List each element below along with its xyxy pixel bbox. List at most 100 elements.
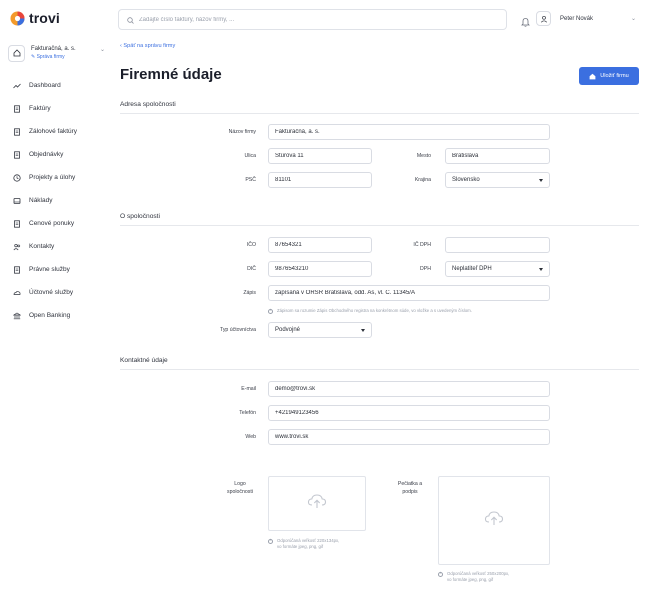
- stamp-hint-line-2: vo formáte jpeg, png, gif: [447, 577, 494, 583]
- search-input[interactable]: [139, 16, 499, 23]
- logo-text: trovi: [29, 10, 60, 26]
- home-icon: [589, 73, 596, 80]
- trovi-logo-icon: [10, 11, 25, 26]
- accounting-select[interactable]: Podvojné: [268, 322, 372, 338]
- caret-down-icon: [361, 328, 365, 332]
- sidebar-item-label: Náklady: [29, 197, 53, 204]
- app-logo[interactable]: trovi: [10, 10, 60, 26]
- search-icon: [127, 11, 134, 29]
- document-icon: [13, 127, 21, 136]
- sidebar-item-label: Cenové ponuky: [29, 220, 75, 227]
- sidebar-item-label: Právne služby: [29, 266, 70, 273]
- logo-label-line-1: Logo: [234, 481, 246, 487]
- caret-down-icon: [539, 178, 543, 182]
- sidebar-item-label: Zálohové faktúry: [29, 128, 78, 135]
- stamp-hint: i Odporúčaná veľkosť 250x200px, vo formá…: [438, 571, 553, 584]
- web-field[interactable]: [268, 429, 550, 445]
- country-value: Slovensko: [452, 177, 480, 183]
- city-field[interactable]: [445, 148, 550, 164]
- web-label: Web: [245, 434, 256, 440]
- logo-label-line-2: spoločnosti: [227, 488, 253, 495]
- sidebar-nav: Dashboard Faktúry Zálohové faktúry Objed…: [0, 74, 108, 327]
- sidebar-item-advance-invoices[interactable]: Zálohové faktúry: [0, 120, 108, 143]
- chevron-down-icon[interactable]: ⌄: [631, 15, 636, 22]
- email-field[interactable]: [268, 381, 550, 397]
- dph-select[interactable]: Neplatiteľ DPH: [445, 261, 550, 277]
- ico-label: IČO: [246, 242, 256, 248]
- back-link[interactable]: ‹ Späť na správu firmy: [120, 43, 175, 49]
- info-icon: i: [438, 571, 443, 577]
- sidebar: trovi Fakturačná, a. s. ✎ Správa firmy ⌄…: [0, 0, 108, 606]
- people-icon: [13, 243, 21, 251]
- register-field[interactable]: [268, 285, 550, 301]
- street-field[interactable]: [268, 148, 372, 164]
- sidebar-item-costs[interactable]: Náklady: [0, 189, 108, 212]
- sidebar-item-label: Projekty a úlohy: [29, 174, 76, 181]
- company-switcher[interactable]: Fakturačná, a. s. ✎ Správa firmy ⌄: [8, 41, 105, 65]
- info-icon: i: [268, 538, 273, 544]
- document-icon: [13, 150, 21, 159]
- section-title-about: O spoločnosti: [120, 213, 160, 220]
- dic-field[interactable]: [268, 261, 372, 277]
- section-title-address: Adresa spoločnosti: [120, 101, 176, 108]
- icdph-field[interactable]: [445, 237, 550, 253]
- sidebar-item-quotes[interactable]: Cenové ponuky: [0, 212, 108, 235]
- sidebar-item-dashboard[interactable]: Dashboard: [0, 74, 108, 97]
- sidebar-item-label: Kontakty: [29, 243, 55, 250]
- zip-label: PSČ: [245, 177, 256, 183]
- stamp-upload-label: Pečiatka a podpis: [384, 481, 436, 496]
- info-icon: i: [268, 308, 273, 314]
- sidebar-item-label: Open Banking: [29, 312, 71, 319]
- avatar[interactable]: [536, 11, 551, 26]
- sidebar-item-orders[interactable]: Objednávky: [0, 143, 108, 166]
- search-bar[interactable]: [118, 9, 507, 30]
- stamp-label-line-1: Pečiatka a: [397, 481, 423, 487]
- logo-hint: i Odporúčaná veľkosť 220x134px, vo formá…: [268, 538, 368, 551]
- country-label: Krajina: [414, 177, 431, 183]
- logo-upload-label: Logo spoločnosti: [215, 481, 265, 496]
- bank-icon: [13, 312, 21, 320]
- manage-company-link[interactable]: ✎ Správa firmy: [31, 54, 76, 60]
- zip-field[interactable]: [268, 172, 372, 188]
- phone-field[interactable]: [268, 405, 550, 421]
- bell-icon[interactable]: [521, 14, 530, 27]
- company-name-field[interactable]: [268, 124, 550, 140]
- sidebar-item-label: Faktúry: [29, 105, 51, 112]
- sidebar-item-open-banking[interactable]: Open Banking: [0, 304, 108, 327]
- user-name[interactable]: Peter Novák: [560, 16, 593, 22]
- country-select[interactable]: Slovensko: [445, 172, 550, 188]
- manage-company-label: Správa firmy: [36, 53, 65, 60]
- register-label: Zápis: [243, 290, 256, 296]
- sidebar-item-projects[interactable]: Projekty a úlohy: [0, 166, 108, 189]
- caret-down-icon: [539, 267, 543, 271]
- document-icon: [13, 265, 21, 274]
- sidebar-item-label: Dashboard: [29, 82, 61, 89]
- sidebar-item-invoices[interactable]: Faktúry: [0, 97, 108, 120]
- home-icon: [8, 44, 25, 62]
- sidebar-item-legal[interactable]: Právne služby: [0, 258, 108, 281]
- dph-label: DPH: [420, 266, 431, 272]
- ico-field[interactable]: [268, 237, 372, 253]
- sidebar-item-label: Účtovné služby: [29, 289, 74, 296]
- stamp-upload-area[interactable]: [438, 476, 550, 565]
- document-icon: [13, 104, 21, 113]
- save-label: Uložiť firmu: [600, 73, 629, 79]
- company-name: Fakturačná, a. s.: [31, 46, 76, 53]
- section-title-contact: Kontaktné údaje: [120, 357, 168, 364]
- clock-icon: [13, 173, 21, 182]
- trend-icon: [13, 82, 21, 90]
- user-icon: [540, 15, 547, 23]
- dic-label: DIČ: [247, 266, 256, 272]
- logo-hint-line-2: vo formáte jpeg, png, gif: [277, 544, 324, 550]
- sidebar-item-contacts[interactable]: Kontakty: [0, 235, 108, 258]
- register-hint: i Zápisom sa rozumie Zápis Obchodného re…: [268, 308, 558, 314]
- accounting-value: Podvojné: [275, 327, 301, 333]
- cloud-upload-icon: [307, 493, 327, 514]
- street-label: Ulica: [244, 153, 256, 159]
- sidebar-item-label: Objednávky: [29, 151, 64, 158]
- dph-value: Neplatiteľ DPH: [452, 266, 492, 272]
- cloud-icon: [13, 289, 21, 297]
- sidebar-item-accounting[interactable]: Účtovné služby: [0, 281, 108, 304]
- save-company-button[interactable]: Uložiť firmu: [579, 67, 639, 85]
- logo-upload-area[interactable]: [268, 476, 366, 531]
